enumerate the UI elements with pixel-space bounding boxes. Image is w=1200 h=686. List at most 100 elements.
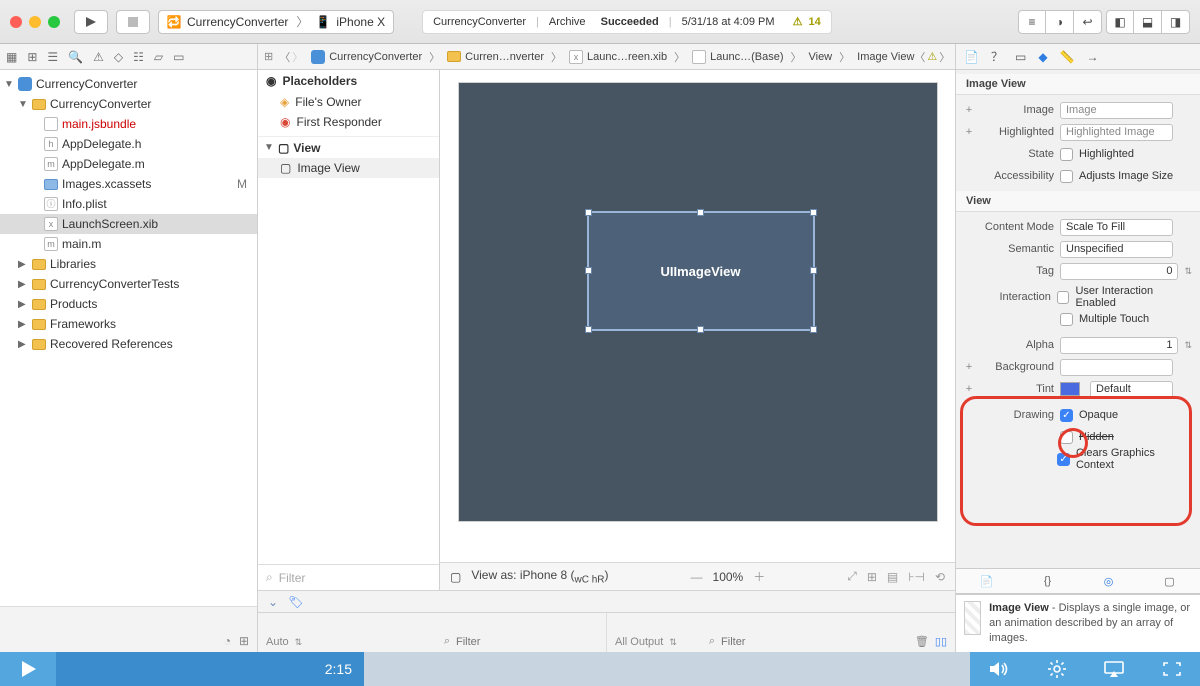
zoom-window-button[interactable] [48, 16, 60, 28]
background-color-well[interactable] [1060, 359, 1173, 376]
crumb-imageview[interactable]: Image View [857, 51, 914, 63]
find-navigator-icon[interactable]: 🔍 [68, 50, 83, 64]
attributes-inspector-icon[interactable]: ◆ [1038, 50, 1047, 64]
tree-item[interactable]: CurrencyConverter [50, 97, 257, 111]
trash-icon[interactable]: 🗑 [915, 635, 929, 648]
crumb-group[interactable]: Curren…nverter [465, 51, 544, 63]
breakpoint-tag-icon[interactable]: 🏷 [288, 595, 303, 609]
console-pane[interactable]: All Output⇅ ⌕ 🗑 ▯▯ [607, 613, 955, 652]
tree-item[interactable]: Recovered References [50, 337, 257, 351]
outline-item-selected[interactable]: ▢Image View [258, 158, 439, 178]
issue-navigator-icon[interactable]: ⚠ [93, 50, 104, 64]
align-tool-icon[interactable]: ▤ [887, 570, 898, 584]
selected-uiimageview[interactable]: UIImageView [587, 211, 815, 331]
console-scope-selector[interactable]: All Output [615, 636, 663, 648]
toggle-outline-icon[interactable]: ▢ [450, 570, 461, 584]
image-field[interactable]: Image [1060, 102, 1173, 119]
resolve-tool-icon[interactable]: ⟲ [935, 570, 945, 584]
console-filter-input[interactable] [721, 636, 909, 648]
canvas-device[interactable]: UIImageView [458, 82, 938, 522]
zoom-level[interactable]: 100% [713, 570, 744, 584]
panel-visibility-segment[interactable]: ◧ ⬓ ◨ [1106, 10, 1190, 34]
contentmode-select[interactable]: Scale To Fill [1060, 219, 1173, 236]
warning-count[interactable]: 14 [809, 16, 821, 28]
toggle-debug-icon[interactable]: ⬓ [1134, 10, 1162, 34]
scm-filter-icon[interactable]: ⊞ [239, 634, 249, 648]
zoom-out-button[interactable]: — [691, 570, 703, 584]
pin-tool-icon[interactable]: ⊦⊣ [908, 570, 925, 584]
jump-warning-icon[interactable]: ⚠ [927, 50, 937, 63]
tree-item[interactable]: Libraries [50, 257, 257, 271]
source-control-icon[interactable]: ⊞ [27, 50, 37, 64]
recent-filter-icon[interactable]: ◔ [224, 634, 231, 648]
toggle-debug-icon[interactable]: ⌄ [268, 595, 278, 609]
quickhelp-inspector-icon[interactable]: ？ [991, 48, 1003, 65]
tree-item[interactable]: Frameworks [50, 317, 257, 331]
crumb-project[interactable]: CurrencyConverter [329, 51, 422, 63]
tint-select[interactable]: Default [1090, 381, 1173, 398]
airplay-icon[interactable] [1104, 661, 1124, 677]
view-as-label[interactable]: View as: iPhone 8 (wC hR) [471, 568, 608, 585]
file-tree[interactable]: ▼CurrencyConverter ▼CurrencyConverter ma… [0, 70, 257, 606]
code-snippet-library-icon[interactable]: {} [1037, 571, 1059, 591]
state-highlighted-checkbox[interactable] [1060, 148, 1073, 161]
toggle-inspector-icon[interactable]: ◨ [1162, 10, 1190, 34]
report-navigator-icon[interactable]: ▭ [173, 50, 184, 64]
tree-item[interactable]: main.m [62, 237, 257, 251]
back-button[interactable]: 〈 [279, 49, 290, 65]
warning-icon[interactable]: ⚠ [793, 15, 803, 28]
identity-inspector-icon[interactable]: ▭ [1015, 50, 1026, 64]
jump-bar[interactable]: ⊞ 〈 〉 CurrencyConverter〉 Curren…nverter〉… [258, 44, 955, 69]
tree-item-selected[interactable]: LaunchScreen.xib [62, 217, 257, 231]
layout-tool-icon[interactable]: ⤢ [847, 569, 857, 584]
project-root[interactable]: CurrencyConverter [36, 77, 257, 91]
tag-field[interactable]: 0 [1060, 263, 1178, 280]
tree-item[interactable]: Products [50, 297, 257, 311]
minimize-window-button[interactable] [29, 16, 41, 28]
related-items-icon[interactable]: ⊞ [264, 50, 273, 63]
connections-inspector-icon[interactable]: → [1087, 50, 1099, 64]
symbol-navigator-icon[interactable]: ☰ [47, 50, 58, 64]
tree-item[interactable]: Images.xcassets [62, 177, 233, 191]
jump-back-icon[interactable]: 〈 [914, 49, 925, 65]
video-progress-track[interactable] [364, 652, 970, 686]
clears-context-checkbox[interactable]: ✓ [1057, 453, 1070, 466]
tree-item[interactable]: main.jsbundle [62, 117, 257, 131]
semantic-select[interactable]: Unspecified [1060, 241, 1173, 258]
variables-pane[interactable]: Auto⇅ ⌕ [258, 613, 607, 652]
media-library-icon[interactable]: ▢ [1159, 571, 1181, 591]
alpha-field[interactable]: 1 [1060, 337, 1178, 354]
embed-tool-icon[interactable]: ⊞ [867, 570, 877, 584]
assistant-editor-icon[interactable]: ◑ [1046, 10, 1074, 34]
fullscreen-icon[interactable] [1163, 662, 1181, 676]
outline-item[interactable]: ◈File's Owner [258, 92, 439, 112]
hidden-checkbox[interactable] [1060, 431, 1073, 444]
standard-editor-icon[interactable]: ≡ [1018, 10, 1046, 34]
variables-filter-input[interactable] [456, 636, 598, 648]
user-interaction-checkbox[interactable] [1057, 291, 1070, 304]
size-inspector-icon[interactable]: 📏 [1060, 50, 1075, 64]
accessibility-checkbox[interactable] [1060, 170, 1073, 183]
tint-swatch[interactable] [1060, 382, 1080, 396]
variables-scope-selector[interactable]: Auto [266, 636, 289, 648]
editor-mode-segment[interactable]: ≡ ◑ ↩ [1018, 10, 1102, 34]
outline-filter[interactable]: ⌕Filter [258, 564, 439, 590]
multiple-touch-checkbox[interactable] [1060, 313, 1073, 326]
jump-forward-icon[interactable]: 〉 [939, 49, 950, 65]
video-time[interactable]: 2:15 [56, 652, 364, 686]
settings-icon[interactable] [1048, 660, 1066, 678]
crumb-file[interactable]: Launc…reen.xib [587, 51, 667, 63]
file-inspector-icon[interactable]: 📄 [964, 50, 979, 64]
interface-builder-canvas[interactable]: UIImageView [440, 70, 955, 562]
tree-item[interactable]: CurrencyConverterTests [50, 277, 257, 291]
object-library-item[interactable]: Image View - Displays a single image, or… [956, 594, 1200, 652]
outline-item[interactable]: ◉First Responder [258, 112, 439, 132]
toggle-navigator-icon[interactable]: ◧ [1106, 10, 1134, 34]
test-navigator-icon[interactable]: ◇ [114, 50, 123, 64]
object-library-icon[interactable]: ◎ [1098, 571, 1120, 591]
outline-view-header[interactable]: ▼▢View [258, 136, 439, 158]
crumb-view[interactable]: View [808, 51, 832, 63]
stop-button[interactable] [116, 10, 150, 34]
close-window-button[interactable] [10, 16, 22, 28]
project-navigator-icon[interactable]: ▦ [6, 50, 17, 64]
